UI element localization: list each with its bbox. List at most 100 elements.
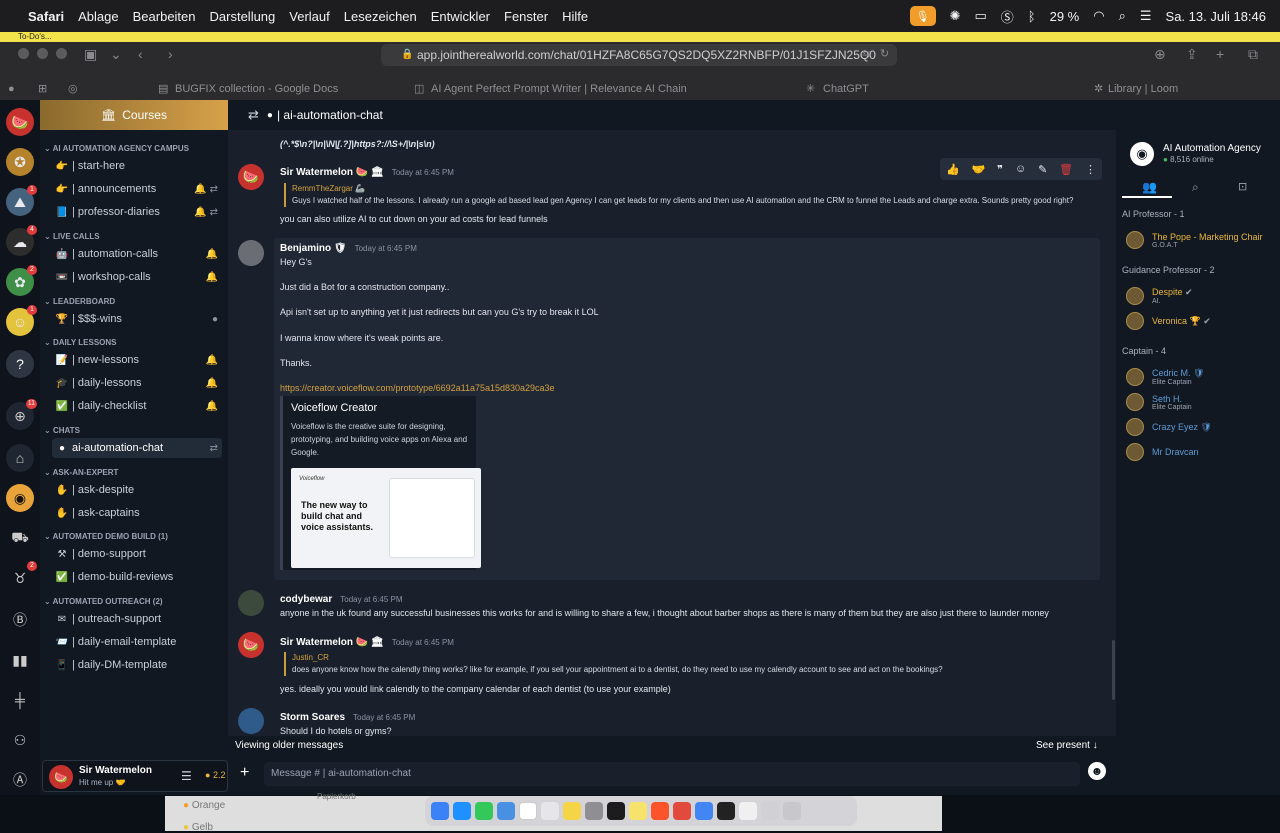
server-icon-3[interactable]: ☁ 4	[6, 225, 37, 256]
download-icon[interactable]: ⊕	[1154, 46, 1166, 63]
wifi-icon[interactable]: ◠	[1093, 8, 1104, 24]
channel-new-lessons[interactable]: 📝 | new-lessons 🔔	[52, 350, 222, 370]
menu-entwickler[interactable]: Entwickler	[431, 9, 490, 24]
user-panel[interactable]: 🍉 Sir Watermelon Hit me up 🤝 ☰ ● 2.2	[42, 760, 228, 792]
calendar-icon[interactable]	[519, 802, 537, 820]
category-outreach[interactable]: ⌄ AUTOMATED OUTREACH (2)	[44, 597, 163, 606]
member-veronica[interactable]: Veronica 🏆 ✔	[1126, 309, 1211, 333]
chart-icon[interactable]: ▮▮	[6, 646, 34, 674]
menu-hilfe[interactable]: Hilfe	[562, 9, 588, 24]
minimize-window-button[interactable]	[37, 48, 48, 59]
menu-ablage[interactable]: Ablage	[78, 9, 118, 24]
member-crazy-eyez[interactable]: Crazy Eyez 🛡	[1126, 415, 1212, 439]
document-icon[interactable]	[739, 802, 757, 820]
channel-ai-automation-chat[interactable]: ● ai-automation-chat ⇄	[52, 438, 222, 458]
member-despite[interactable]: Despite ✔ AI.	[1126, 284, 1193, 308]
close-window-button[interactable]	[18, 48, 29, 59]
bell-icon[interactable]: 🔔	[206, 272, 218, 283]
display-icon[interactable]: ▭	[974, 8, 986, 24]
server-icon-2[interactable]: ⛰ 1	[6, 185, 37, 216]
menu-bearbeiten[interactable]: Bearbeiten	[133, 9, 196, 24]
arrows-icon[interactable]: ⇄	[210, 443, 218, 454]
channel-daily-lessons[interactable]: 🎓 | daily-lessons 🔔	[52, 373, 222, 393]
embed-image[interactable]: Voiceflow The new way to build chat and …	[291, 468, 481, 568]
edit-icon[interactable]: ✎	[1038, 163, 1047, 176]
arrows-icon[interactable]: ⇄	[248, 107, 259, 123]
zoom-window-button[interactable]	[56, 48, 67, 59]
channel-daily-checklist[interactable]: ✅ | daily-checklist 🔔	[52, 396, 222, 416]
reply-preview[interactable]: RemmTheZargar 🦾 Guys I watched half of t…	[284, 183, 1096, 207]
tab-loom[interactable]: Library | Loom	[1108, 78, 1178, 100]
dumbbell-icon[interactable]: ╪	[6, 686, 34, 714]
coin-balance[interactable]: ● 2.2	[205, 770, 225, 780]
server-avatar-user[interactable]: 🍉	[6, 108, 34, 136]
bull-icon[interactable]: ♉ 2	[6, 561, 37, 592]
member-cedric[interactable]: Cedric M. 🛡 Elite Captain	[1126, 365, 1204, 389]
thumbs-up-icon[interactable]: 👍	[946, 163, 960, 176]
category-daily-lessons[interactable]: ⌄ DAILY LESSONS	[44, 338, 117, 347]
search-icon[interactable]: ⌕	[1192, 180, 1199, 195]
menubar-clock[interactable]: Sa. 13. Juli 18:46	[1166, 9, 1266, 24]
tab-pinned-1[interactable]: ●	[8, 78, 15, 100]
chevron-down-icon[interactable]: ⌄	[110, 46, 122, 63]
tab-overview-icon[interactable]: ⧉	[1248, 46, 1258, 63]
stickies-icon[interactable]	[629, 802, 647, 820]
server-icon-4[interactable]: ✿ 2	[6, 265, 37, 296]
bank-icon[interactable]: ⌂	[6, 444, 34, 472]
see-present-button[interactable]: See present ↓	[1036, 740, 1098, 751]
terminal-icon[interactable]	[607, 802, 625, 820]
new-tab-icon[interactable]: +	[1216, 46, 1224, 62]
plus-icon[interactable]: +	[240, 764, 249, 782]
channel-professor-diaries[interactable]: 📘 | professor-diaries 🔔 ⇄	[52, 202, 222, 222]
forward-arrow-icon[interactable]: ›	[168, 46, 173, 62]
help-icon[interactable]: ?	[6, 350, 34, 378]
reload-icon[interactable]: ↻	[880, 47, 889, 60]
sidebar-toggle-icon[interactable]: ▣	[84, 46, 97, 63]
member-mr-dravcan[interactable]: Mr Dravcan	[1126, 440, 1199, 464]
finder-tag-orange[interactable]: ● Orange	[183, 800, 225, 811]
control-center-icon[interactable]: ☰	[1140, 8, 1152, 24]
category-leaderboard[interactable]: ⌄ LEADERBOARD	[44, 297, 115, 306]
more-options-icon[interactable]: ⋮	[1085, 163, 1096, 176]
apps-icon[interactable]	[585, 802, 603, 820]
server-icon-5[interactable]: ☺ 1	[6, 305, 37, 336]
bitcoin-icon[interactable]: Ⓑ	[6, 606, 34, 634]
tab-bugfix[interactable]: BUGFIX collection - Google Docs	[175, 78, 338, 100]
chrome-icon[interactable]	[695, 802, 713, 820]
link-embed[interactable]: Voiceflow Creator Voiceflow is the creat…	[280, 396, 481, 570]
author-name[interactable]: Sir Watermelon 🍉 🏛	[280, 637, 384, 648]
category-ask-an-expert[interactable]: ⌄ ASK-AN-EXPERT	[44, 468, 118, 477]
tab-relevance[interactable]: AI Agent Perfect Prompt Writer | Relevan…	[431, 78, 687, 100]
tab-chatgpt[interactable]: ChatGPT	[823, 78, 869, 100]
category-campus[interactable]: ⌄ AI AUTOMATION AGENCY CAMPUS	[44, 144, 189, 153]
server-ai-automation-icon[interactable]: ◉	[6, 484, 34, 512]
skype-icon[interactable]: Ⓢ	[1001, 7, 1014, 26]
users-icon[interactable]: 👥	[1142, 180, 1157, 194]
message-input[interactable]: Message # | ai-automation-chat	[264, 762, 1080, 786]
channel-start-here[interactable]: 👉 | start-here	[52, 156, 222, 176]
channel-daily-email-template[interactable]: 📨 | daily-email-template	[52, 632, 222, 652]
bell-icon[interactable]: 🔔	[206, 355, 218, 366]
messages-icon[interactable]	[475, 802, 493, 820]
bluetooth-icon[interactable]: ᛒ	[1028, 9, 1036, 24]
app-icon[interactable]	[717, 802, 735, 820]
globe-icon[interactable]: ⊕ 11	[6, 399, 37, 430]
trash-icon[interactable]	[783, 802, 801, 820]
avatar[interactable]	[238, 240, 264, 266]
mail-icon[interactable]	[497, 802, 515, 820]
bell-and-arrows-icon[interactable]: 🔔 ⇄	[194, 207, 218, 218]
channel-demo-support[interactable]: ⚒ | demo-support	[52, 544, 222, 564]
channel-daily-dm-template[interactable]: 📱 | daily-DM-template	[52, 655, 222, 675]
reminders-icon[interactable]	[541, 802, 559, 820]
category-chats[interactable]: ⌄ CHATS	[44, 426, 80, 435]
share-icon[interactable]: ⇪	[1186, 46, 1198, 63]
author-name[interactable]: codybewar	[280, 594, 332, 605]
bell-icon[interactable]: 🔔	[206, 378, 218, 389]
translate-icon[interactable]: ⇆	[862, 47, 871, 60]
battery-percent[interactable]: 29 %	[1050, 9, 1080, 24]
microphone-icon[interactable]: 🎙	[909, 6, 936, 26]
channel-automation-calls[interactable]: 🤖 | automation-calls 🔔	[52, 244, 222, 264]
bell-icon[interactable]: 🔔	[206, 249, 218, 260]
finder-trash-label[interactable]: Papierkorb	[317, 792, 356, 801]
brightness-icon[interactable]: ✺	[950, 8, 961, 24]
